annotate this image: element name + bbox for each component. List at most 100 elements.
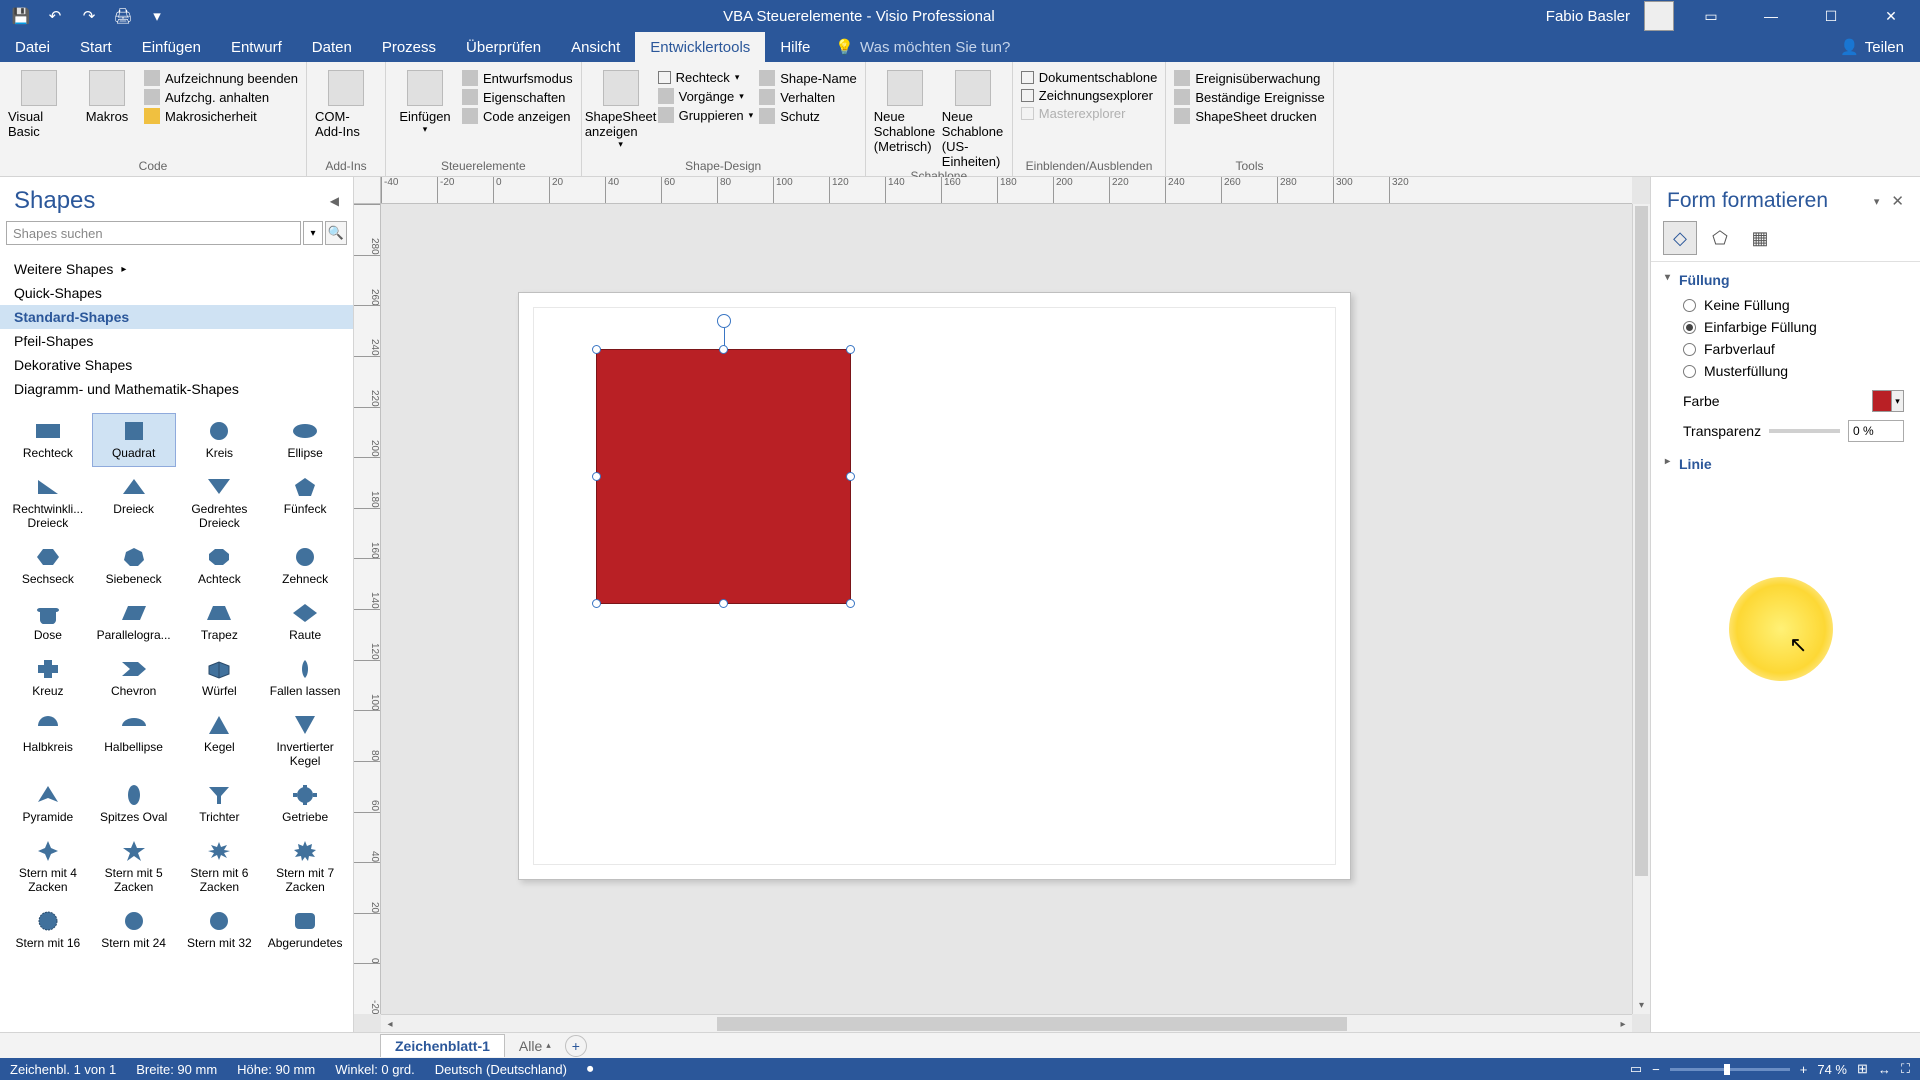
protection-button[interactable]: Schutz xyxy=(759,108,857,124)
tab-ansicht[interactable]: Ansicht xyxy=(556,32,635,62)
canvas-area[interactable]: -40-200204060801001201401601802002202402… xyxy=(354,177,1650,1032)
print-icon[interactable]: 🖨 xyxy=(112,5,134,27)
size-tab[interactable]: ▦ xyxy=(1743,221,1777,255)
transparency-value[interactable]: 0 % xyxy=(1848,420,1904,442)
rectangle-tool-button[interactable]: Rechteck▾ xyxy=(658,70,754,85)
shape-stencil-item[interactable]: Dose xyxy=(6,595,90,649)
print-shapesheet-button[interactable]: ShapeSheet drucken xyxy=(1174,108,1324,124)
shape-category[interactable]: Pfeil-Shapes xyxy=(0,329,353,353)
shape-stencil-item[interactable]: Stern mit 4 Zacken xyxy=(6,833,90,901)
fill-option-radio[interactable]: Musterfüllung xyxy=(1683,360,1904,382)
shape-stencil-item[interactable]: Fallen lassen xyxy=(263,651,347,705)
shape-stencil-item[interactable]: Halbkreis xyxy=(6,707,90,775)
horizontal-scrollbar[interactable]: ◂▸ xyxy=(381,1014,1632,1032)
properties-button[interactable]: Eigenschaften xyxy=(462,89,573,105)
shape-stencil-item[interactable]: Quadrat xyxy=(92,413,176,467)
visual-basic-button[interactable]: Visual Basic xyxy=(8,66,70,139)
shape-stencil-item[interactable]: Raute xyxy=(263,595,347,649)
resize-handle-sw[interactable] xyxy=(592,599,601,608)
resize-handle-se[interactable] xyxy=(846,599,855,608)
shape-stencil-item[interactable]: Rechteck xyxy=(6,413,90,467)
shape-stencil-item[interactable]: Stern mit 6 Zacken xyxy=(178,833,262,901)
drawing-explorer-checkbox[interactable]: Zeichnungsexplorer xyxy=(1021,88,1158,103)
fill-option-radio[interactable]: Einfarbige Füllung xyxy=(1683,316,1904,338)
shape-stencil-item[interactable]: Würfel xyxy=(178,651,262,705)
all-pages-button[interactable]: Alle▴ xyxy=(509,1035,561,1057)
zoom-slider[interactable] xyxy=(1670,1068,1790,1071)
fill-color-picker[interactable]: ▾ xyxy=(1872,390,1904,412)
shape-stencil-item[interactable]: Dreieck xyxy=(92,469,176,537)
transparency-slider[interactable] xyxy=(1769,429,1840,433)
shape-stencil-item[interactable]: Abgerundetes xyxy=(263,903,347,957)
tell-me-search[interactable]: 💡 Was möchten Sie tun? xyxy=(835,38,1010,56)
group-button[interactable]: Gruppieren▾ xyxy=(658,107,754,123)
shape-stencil-item[interactable]: Halbellipse xyxy=(92,707,176,775)
share-button[interactable]: 👤 Teilen xyxy=(1824,38,1920,56)
operations-button[interactable]: Vorgänge▾ xyxy=(658,88,754,104)
shapename-button[interactable]: Shape-Name xyxy=(759,70,857,86)
shape-stencil-item[interactable]: Stern mit 16 xyxy=(6,903,90,957)
shape-stencil-item[interactable]: Parallelogra... xyxy=(92,595,176,649)
shape-stencil-item[interactable]: Fünfeck xyxy=(263,469,347,537)
zoom-level[interactable]: 74 % xyxy=(1817,1062,1847,1077)
zoom-out-button[interactable]: − xyxy=(1652,1062,1660,1077)
shape-stencil-item[interactable]: Kreuz xyxy=(6,651,90,705)
view-code-button[interactable]: Code anzeigen xyxy=(462,108,573,124)
shape-stencil-item[interactable]: Invertierter Kegel xyxy=(263,707,347,775)
add-page-button[interactable]: + xyxy=(565,1035,587,1057)
shape-stencil-item[interactable]: Trichter xyxy=(178,777,262,831)
resize-handle-w[interactable] xyxy=(592,472,601,481)
fill-line-tab[interactable]: ◇ xyxy=(1663,221,1697,255)
full-screen-icon[interactable]: ⛶ xyxy=(1901,1061,1910,1077)
tab-entwurf[interactable]: Entwurf xyxy=(216,32,297,62)
shape-stencil-item[interactable]: Kreis xyxy=(178,413,262,467)
shape-stencil-item[interactable]: Achteck xyxy=(178,539,262,593)
shape-stencil-item[interactable]: Gedrehtes Dreieck xyxy=(178,469,262,537)
macro-security-button[interactable]: Makrosicherheit xyxy=(144,108,298,124)
design-mode-button[interactable]: Entwurfsmodus xyxy=(462,70,573,86)
doc-stencil-checkbox[interactable]: Dokumentschablone xyxy=(1021,70,1158,85)
behavior-button[interactable]: Verhalten xyxy=(759,89,857,105)
resize-handle-s[interactable] xyxy=(719,599,728,608)
drawing-page[interactable] xyxy=(518,292,1351,880)
effects-tab[interactable]: ⬠ xyxy=(1703,221,1737,255)
collapse-shapes-button[interactable]: ◀ xyxy=(330,194,339,208)
tab-ueberpruefen[interactable]: Überprüfen xyxy=(451,32,556,62)
search-filter-dropdown[interactable]: ▾ xyxy=(303,221,323,245)
shape-stencil-item[interactable]: Stern mit 7 Zacken xyxy=(263,833,347,901)
user-name[interactable]: Fabio Basler xyxy=(1546,8,1630,25)
format-pane-close[interactable]: ✕ xyxy=(1891,192,1904,210)
makros-button[interactable]: Makros xyxy=(76,66,138,124)
search-go-button[interactable]: 🔍 xyxy=(325,221,347,245)
shape-category[interactable]: Dekorative Shapes xyxy=(0,353,353,377)
fill-section-header[interactable]: Füllung xyxy=(1651,262,1920,294)
resize-handle-nw[interactable] xyxy=(592,345,601,354)
shape-stencil-item[interactable]: Stern mit 5 Zacken xyxy=(92,833,176,901)
maximize-button[interactable]: ☐ xyxy=(1808,0,1854,32)
shape-category[interactable]: Quick-Shapes xyxy=(0,281,353,305)
notes-icon[interactable]: ▭ xyxy=(1688,0,1734,32)
fit-width-icon[interactable]: ↔ xyxy=(1878,1062,1891,1077)
insert-control-button[interactable]: Einfügen▾ xyxy=(394,66,456,135)
shape-stencil-item[interactable]: Ellipse xyxy=(263,413,347,467)
shape-stencil-item[interactable]: Chevron xyxy=(92,651,176,705)
status-language[interactable]: Deutsch (Deutschland) xyxy=(435,1062,567,1077)
redo-icon[interactable]: ↷ xyxy=(78,5,100,27)
record-stop-button[interactable]: Aufzeichnung beenden xyxy=(144,70,298,86)
zoom-in-button[interactable]: + xyxy=(1800,1062,1808,1077)
new-stencil-us-button[interactable]: Neue Schablone (US-Einheiten) xyxy=(942,66,1004,169)
qat-more-icon[interactable]: ▾ xyxy=(146,5,168,27)
new-stencil-metric-button[interactable]: Neue Schablone (Metrisch) xyxy=(874,66,936,154)
shape-stencil-item[interactable]: Sechseck xyxy=(6,539,90,593)
presentation-mode-icon[interactable]: ▭ xyxy=(1630,1061,1642,1077)
minimize-button[interactable]: — xyxy=(1748,0,1794,32)
resize-handle-n[interactable] xyxy=(719,345,728,354)
shapes-search-input[interactable]: Shapes suchen xyxy=(6,221,301,245)
shape-stencil-item[interactable]: Stern mit 24 xyxy=(92,903,176,957)
fit-page-icon[interactable]: ⊞ xyxy=(1857,1061,1868,1077)
tab-einfuegen[interactable]: Einfügen xyxy=(127,32,216,62)
tab-hilfe[interactable]: Hilfe xyxy=(765,32,825,62)
master-explorer-checkbox[interactable]: Masterexplorer xyxy=(1021,106,1158,121)
tab-entwicklertools[interactable]: Entwicklertools xyxy=(635,32,765,62)
shape-stencil-item[interactable]: Rechtwinkli... Dreieck xyxy=(6,469,90,537)
